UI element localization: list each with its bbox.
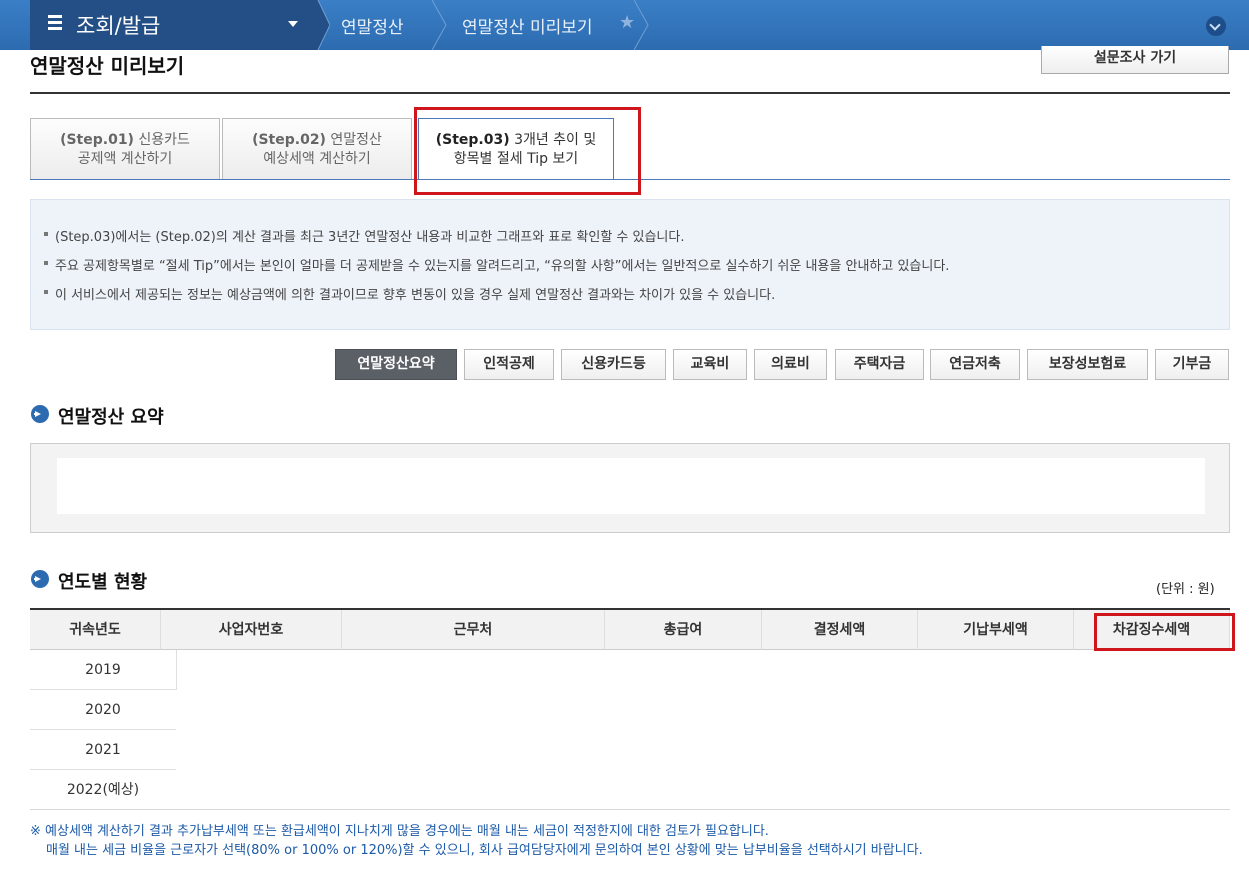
category-button-pension[interactable]: 연금저축 <box>930 349 1020 380</box>
main-menu-button[interactable]: 조회/발급 <box>30 0 312 50</box>
arrow-circle-icon <box>31 570 49 588</box>
caret-down-icon <box>288 21 298 27</box>
breadcrumb-separator-icon <box>312 0 330 50</box>
table-row-year: 2019 <box>30 650 176 690</box>
title-divider <box>30 92 1230 94</box>
highlight-box-tab <box>414 107 641 195</box>
info-line-2: 주요 공제항목별로 “절세 Tip”에서는 본인이 얼마를 더 공제받을 수 있… <box>43 255 949 274</box>
page-title: 연말정산 미리보기 <box>30 54 185 78</box>
top-navigation-bar: 조회/발급 연말정산 연말정산 미리보기 ★ <box>0 0 1249 50</box>
tab-step-02[interactable]: (Step.02) 연말정산 예상세액 계산하기 <box>222 118 412 179</box>
summary-chart-area <box>30 443 1230 533</box>
category-button-education[interactable]: 교육비 <box>673 349 747 380</box>
category-button-personal[interactable]: 인적공제 <box>464 349 554 380</box>
hamburger-icon <box>48 15 62 31</box>
survey-button[interactable]: 설문조사 가기 <box>1041 46 1229 74</box>
section-title-summary: 연말정산 요약 <box>58 407 164 428</box>
breadcrumb-yearend[interactable]: 연말정산 <box>341 13 404 38</box>
info-line-1: (Step.03)에서는 (Step.02)의 계산 결과를 최근 3년간 연말… <box>43 226 684 245</box>
table-header-prepaid-tax: 기납부세액 <box>918 610 1074 650</box>
unit-label: (단위 : 원) <box>1156 582 1215 597</box>
category-button-insurance[interactable]: 보장성보험료 <box>1027 349 1148 380</box>
table-header-year: 귀속년도 <box>30 610 161 650</box>
table-header-business-no: 사업자번호 <box>161 610 342 650</box>
breadcrumb-separator-icon <box>634 0 649 50</box>
table-header-total-salary: 총급여 <box>605 610 762 650</box>
section-title-yearly: 연도별 현황 <box>58 572 148 593</box>
tab-step-label: (Step.02) <box>252 132 326 148</box>
category-button-summary[interactable]: 연말정산요약 <box>335 349 457 380</box>
tab-step-label: (Step.01) <box>60 132 134 148</box>
tab-line2: 공제액 계산하기 <box>77 151 173 167</box>
table-row-year: 2022(예상) <box>66 782 140 798</box>
tab-step-01[interactable]: (Step.01) 신용카드 공제액 계산하기 <box>30 118 220 179</box>
favorite-star-icon[interactable]: ★ <box>619 12 635 33</box>
tab-line2: 예상세액 계산하기 <box>263 151 371 167</box>
table-header-determined-tax: 결정세액 <box>762 610 918 650</box>
footnote-line-1: ※ 예상세액 계산하기 결과 추가납부세액 또는 환급세액이 지나치게 많을 경… <box>30 824 769 839</box>
tab-line1: 신용카드 <box>138 132 190 148</box>
arrow-circle-icon <box>31 405 49 423</box>
table-header-workplace: 근무처 <box>342 610 605 650</box>
highlight-box-column <box>1094 613 1235 651</box>
menu-title: 조회/발급 <box>76 14 161 38</box>
column-divider <box>176 650 177 690</box>
table-row-year: 2020 <box>30 690 176 730</box>
category-button-medical[interactable]: 의료비 <box>754 349 827 380</box>
info-line-3: 이 서비스에서 제공되는 정보는 예상금액에 의한 결과이므로 향후 변동이 있… <box>43 284 775 303</box>
tab-line1: 연말정산 <box>330 132 382 148</box>
category-button-housing[interactable]: 주택자금 <box>835 349 924 380</box>
table-row-year: 2021 <box>30 730 176 770</box>
breadcrumb-separator-icon <box>432 0 447 50</box>
footnote-line-2: 매월 내는 세금 비율을 근로자가 선택(80% or 100% or 120%… <box>46 843 923 858</box>
table-bottom-rule <box>30 809 1230 810</box>
breadcrumb-preview[interactable]: 연말정산 미리보기 <box>462 13 593 38</box>
info-box: (Step.03)에서는 (Step.02)의 계산 결과를 최근 3년간 연말… <box>30 199 1230 330</box>
expand-chevron-icon[interactable] <box>1206 16 1226 36</box>
category-button-creditcard[interactable]: 신용카드등 <box>561 349 666 380</box>
summary-chart-canvas <box>57 458 1205 514</box>
category-button-donation[interactable]: 기부금 <box>1155 349 1229 380</box>
